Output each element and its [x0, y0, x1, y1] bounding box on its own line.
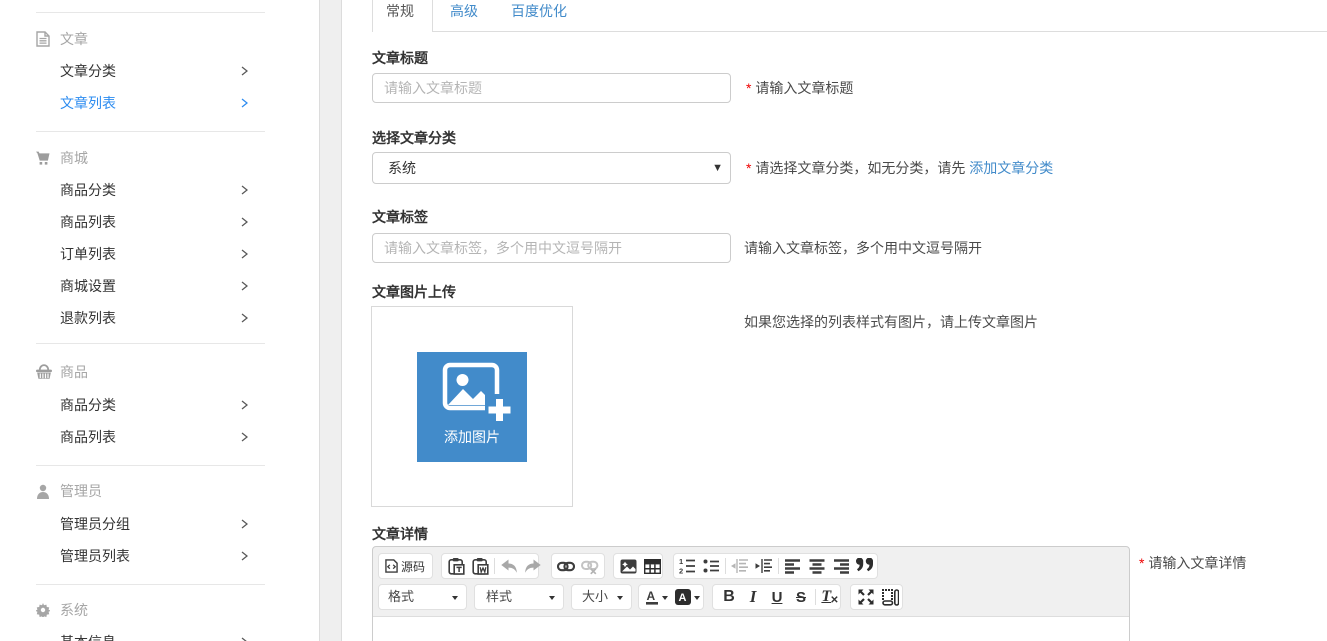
svg-text:2: 2	[679, 567, 683, 575]
svg-text:1: 1	[679, 558, 683, 566]
svg-text:A: A	[647, 589, 656, 603]
svg-text:A: A	[679, 592, 687, 604]
